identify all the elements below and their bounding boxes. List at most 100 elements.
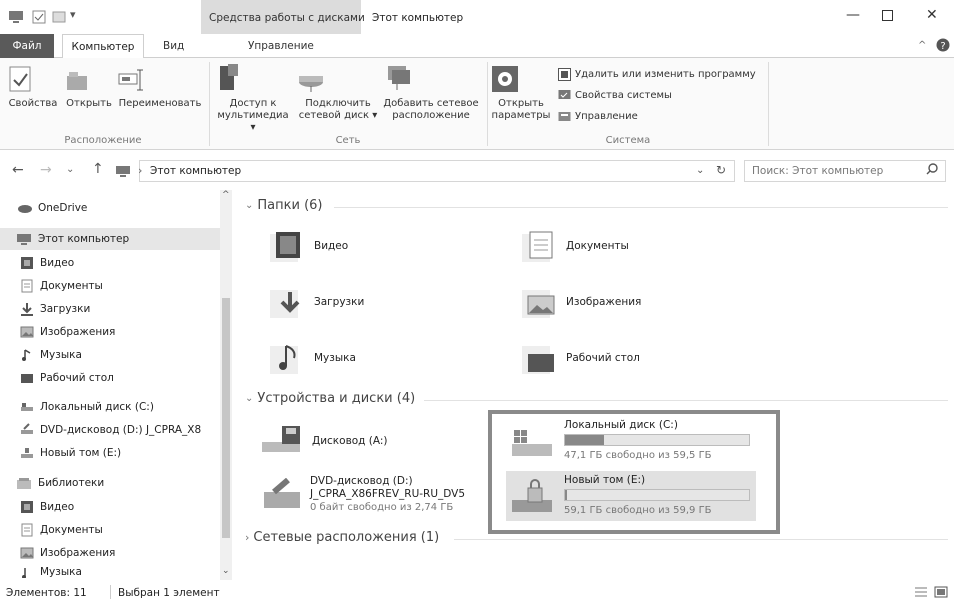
open-settings-button[interactable]: Открыть параметры <box>490 62 552 122</box>
open-button[interactable]: Открыть <box>64 66 114 110</box>
nav-item-pictures[interactable]: Изображения <box>20 322 115 342</box>
new-folder-icon[interactable] <box>52 10 66 24</box>
manage-icon <box>558 110 571 123</box>
manage-button[interactable]: Управление <box>558 110 638 123</box>
rename-icon <box>116 66 204 94</box>
map-network-drive-button[interactable]: Подключить сетевой диск ▾ <box>296 62 380 122</box>
device-local-c[interactable]: Локальный диск (C:) <box>564 419 678 431</box>
details-view-icon[interactable] <box>914 586 928 598</box>
document-icon <box>20 523 34 537</box>
downloads-folder-icon <box>268 284 304 320</box>
computer-icon <box>115 165 131 178</box>
nav-item-documents[interactable]: Документы <box>20 276 103 296</box>
nav-item-libraries[interactable]: Библиотеки <box>16 473 104 493</box>
device-new-e[interactable]: Новый том (E:) <box>564 474 645 486</box>
nav-item-new-e[interactable]: Новый том (E:) <box>20 443 121 463</box>
folder-video[interactable]: Видео <box>268 228 348 264</box>
group-label-location: Расположение <box>64 135 142 146</box>
recent-locations-button[interactable]: ⌄ <box>66 164 74 175</box>
locked-volume-icon <box>510 478 556 516</box>
tab-view[interactable]: Вид <box>163 40 184 52</box>
new-e-free-space: 59,1 ГБ свободно из 59,9 ГБ <box>564 505 712 516</box>
properties-icon <box>8 66 58 94</box>
uninstall-icon <box>558 68 571 81</box>
breadcrumb-separator: › <box>138 164 143 177</box>
close-button[interactable]: ✕ <box>926 7 938 23</box>
nav-item-dvd-d[interactable]: DVD-дисковод (D:) J_CPRA_X8 <box>20 420 201 440</box>
add-network-location-button[interactable]: Добавить сетевое расположение <box>382 62 480 122</box>
scroll-up-icon[interactable]: ^ <box>222 190 230 200</box>
tab-computer[interactable]: Компьютер <box>62 34 144 59</box>
local-disk-icon <box>510 426 554 462</box>
pictures-icon <box>20 546 34 560</box>
floppy-drive-icon <box>260 424 302 458</box>
folder-downloads[interactable]: Загрузки <box>268 284 364 320</box>
nav-item-lib-music[interactable]: Музыка <box>20 566 82 578</box>
properties-button[interactable]: Свойства <box>8 66 58 110</box>
download-icon <box>20 302 34 316</box>
section-folders[interactable]: ⌄ Папки (6) <box>245 198 322 213</box>
rename-button[interactable]: Переименовать <box>116 66 204 110</box>
local-c-free-space: 47,1 ГБ свободно из 59,5 ГБ <box>564 450 712 461</box>
uninstall-program-button[interactable]: Удалить или изменить программу <box>558 68 756 81</box>
pictures-icon <box>20 325 34 339</box>
address-dropdown-icon[interactable]: ⌄ <box>696 165 704 176</box>
media-access-button[interactable]: Доступ к мультимедиа ▾ <box>214 62 292 134</box>
nav-item-downloads[interactable]: Загрузки <box>20 299 90 319</box>
status-selected: Выбран 1 элемент <box>118 587 220 599</box>
system-properties-button[interactable]: Свойства системы <box>558 89 672 102</box>
folder-desktop[interactable]: Рабочий стол <box>520 340 640 376</box>
collapse-ribbon-icon[interactable]: ^ <box>918 40 926 51</box>
nav-item-music[interactable]: Музыка <box>20 345 82 365</box>
large-icons-view-icon[interactable] <box>934 586 948 598</box>
new-e-usage-bar <box>564 489 750 501</box>
nav-item-lib-documents[interactable]: Документы <box>20 520 103 540</box>
documents-folder-icon <box>520 228 556 264</box>
scroll-down-icon[interactable]: ⌄ <box>222 566 230 576</box>
title-bar <box>0 0 954 34</box>
pictures-folder-icon <box>520 284 556 320</box>
video-icon <box>20 500 34 514</box>
new-e-usage-fill <box>565 490 568 500</box>
properties-icon[interactable] <box>32 10 46 24</box>
computer-icon <box>8 10 24 24</box>
nav-item-local-c[interactable]: Локальный диск (C:) <box>20 397 154 417</box>
device-dvd-d[interactable]: DVD-дисковод (D:) J_CPRA_X86FREV_RU-RU_D… <box>310 475 465 514</box>
network-location-icon <box>382 62 480 94</box>
nav-scrollbar-thumb[interactable] <box>222 298 230 538</box>
context-tab-group: Средства работы с дисками <box>201 0 365 34</box>
breadcrumb-this-pc[interactable]: Этот компьютер <box>150 165 241 177</box>
folder-documents[interactable]: Документы <box>520 228 629 264</box>
device-floppy-a[interactable]: Дисковод (A:) <box>260 424 388 458</box>
gear-icon <box>490 62 552 94</box>
chevron-down-icon: ⌄ <box>245 393 254 404</box>
nav-item-desktop[interactable]: Рабочий стол <box>20 368 114 388</box>
qat-dropdown-icon[interactable]: ▾ <box>70 8 76 21</box>
maximize-button[interactable] <box>882 7 893 21</box>
section-network[interactable]: › Сетевые расположения (1) <box>245 530 439 545</box>
up-button[interactable]: ↑ <box>92 161 104 177</box>
music-icon <box>20 566 34 578</box>
back-button[interactable]: ← <box>12 162 24 178</box>
search-placeholder: Поиск: Этот компьютер <box>752 165 884 177</box>
local-c-usage-fill <box>565 435 604 445</box>
nav-item-lib-video[interactable]: Видео <box>20 497 74 517</box>
nav-item-this-pc[interactable]: Этот компьютер <box>16 229 129 249</box>
ribbon-separator <box>487 62 488 146</box>
search-icon[interactable] <box>926 163 938 175</box>
folder-pictures[interactable]: Изображения <box>520 284 641 320</box>
tab-file[interactable]: Файл <box>0 34 54 58</box>
refresh-icon[interactable]: ↻ <box>716 163 726 177</box>
forward-button[interactable]: → <box>40 162 52 178</box>
nav-item-video[interactable]: Видео <box>20 253 74 273</box>
video-icon <box>20 256 34 270</box>
nav-item-onedrive[interactable]: OneDrive <box>16 198 87 218</box>
nav-item-lib-pictures[interactable]: Изображения <box>20 543 115 563</box>
section-devices[interactable]: ⌄ Устройства и диски (4) <box>245 391 415 406</box>
help-icon[interactable]: ? <box>936 38 950 52</box>
tab-manage[interactable]: Управление <box>248 40 314 52</box>
status-item-count: Элементов: 11 <box>6 587 87 599</box>
dvd-icon <box>20 423 34 437</box>
minimize-button[interactable]: — <box>846 7 860 23</box>
folder-music[interactable]: Музыка <box>268 340 356 376</box>
